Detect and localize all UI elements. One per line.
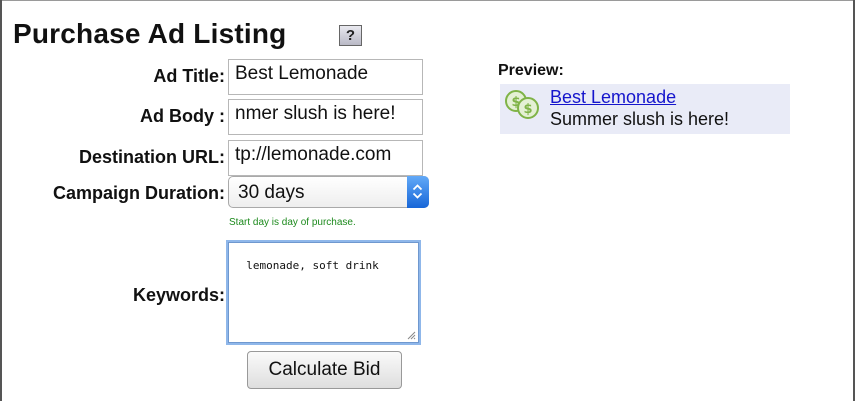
- window-left-border: [0, 0, 2, 401]
- keywords-text: lemonade, soft drink: [246, 259, 379, 272]
- preview-title-link[interactable]: Best Lemonade: [550, 87, 676, 108]
- page-title: Purchase Ad Listing: [13, 18, 287, 49]
- svg-text:$: $: [523, 102, 532, 117]
- calculate-bid-button[interactable]: Calculate Bid: [247, 351, 402, 389]
- ad-title-input[interactable]: Best Lemonade: [228, 59, 423, 95]
- preview-body-text: Summer slush is here!: [550, 109, 730, 129]
- help-icon: ?: [345, 27, 356, 44]
- window-top-border: [0, 0, 855, 1]
- campaign-duration-label: Campaign Duration:: [52, 183, 225, 203]
- select-arrows-icon[interactable]: [407, 176, 429, 208]
- destination-url-label: Destination URL:: [79, 147, 225, 167]
- resize-grip-icon[interactable]: [407, 331, 416, 340]
- destination-url-input[interactable]: tp://lemonade.com: [228, 140, 423, 176]
- preview-box: $ $ Best Lemonade Summer slush is here!: [500, 84, 790, 134]
- ad-body-input[interactable]: nmer slush is here!: [228, 99, 423, 135]
- help-button[interactable]: ?: [339, 25, 362, 46]
- campaign-duration-value: 30 days: [238, 182, 305, 203]
- ad-body-label: Ad Body :: [140, 106, 225, 126]
- keywords-textarea[interactable]: lemonade, soft drink: [228, 242, 419, 343]
- ad-title-label: Ad Title:: [153, 66, 225, 86]
- coins-icon: $ $: [505, 90, 539, 119]
- campaign-duration-hint: Start day is day of purchase.: [229, 217, 356, 228]
- keywords-label: Keywords:: [132, 285, 225, 305]
- preview-label: Preview:: [498, 62, 564, 79]
- campaign-duration-select[interactable]: 30 days: [228, 176, 429, 208]
